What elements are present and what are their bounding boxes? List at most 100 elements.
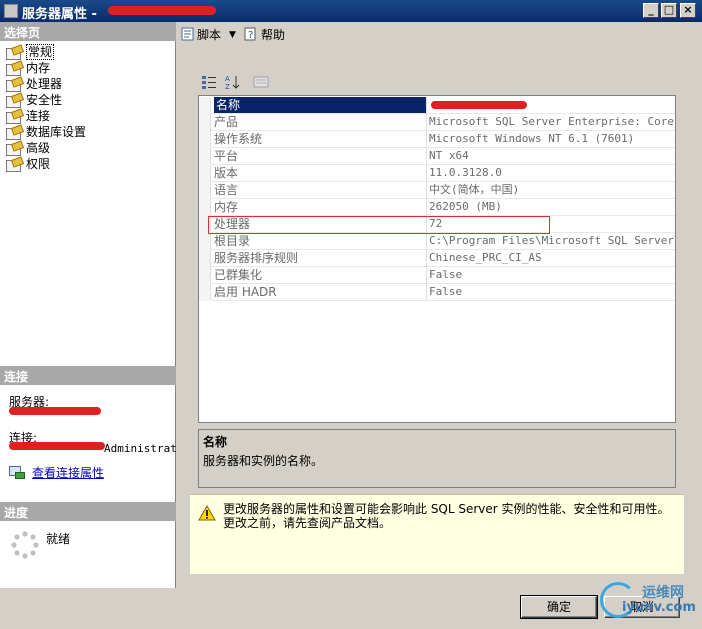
property-description-box: 名称 服务器和实例的名称。 (198, 429, 676, 488)
property-name: 版本 (214, 166, 239, 180)
help-icon: ? (243, 27, 257, 43)
alphabetical-icon[interactable]: AZ (224, 74, 242, 92)
page-item[interactable]: 权限 (4, 156, 172, 172)
svg-text:?: ? (248, 30, 253, 41)
row-gutter (199, 284, 211, 301)
categorized-icon[interactable] (200, 74, 218, 92)
maximize-button[interactable]: □ (661, 3, 677, 18)
ok-button[interactable]: 确定 (520, 595, 598, 619)
help-button[interactable]: 帮助 (261, 27, 285, 43)
view-connection-properties-link[interactable]: 查看连接属性 (32, 464, 104, 481)
progress-spinner-icon (10, 530, 40, 560)
page-item[interactable]: 内存 (4, 60, 172, 76)
property-row[interactable]: 语言 中文(简体，中国) (199, 182, 675, 199)
property-value: 262050 (MB) (429, 200, 502, 213)
column-separator (426, 114, 427, 131)
property-row[interactable]: 名称 (199, 97, 675, 114)
column-separator (426, 284, 427, 301)
property-name: 操作系统 (214, 132, 263, 146)
page-item-label: 内存 (26, 61, 51, 75)
warning-icon (198, 504, 216, 521)
script-button[interactable]: 脚本 (197, 27, 221, 43)
row-gutter (199, 97, 211, 114)
property-name: 产品 (214, 115, 239, 129)
page-icon (6, 126, 22, 140)
property-name: 根目录 (214, 234, 251, 248)
property-row[interactable]: 处理器 72 (199, 216, 675, 233)
page-item-label: 常规 (26, 44, 55, 60)
property-value: 72 (429, 217, 443, 230)
svg-text:A: A (225, 75, 230, 83)
page-icon (6, 142, 22, 156)
property-value: 11.0.3128.0 (429, 166, 502, 179)
window-title-bar[interactable]: 服务器属性 - _ □ × (0, 0, 702, 22)
property-grid-toolbar: AZ (200, 74, 280, 94)
property-value: False (429, 285, 463, 298)
property-value: Microsoft SQL Server Enterprise: Core-ba… (429, 115, 676, 128)
row-gutter (199, 233, 211, 250)
row-gutter (199, 165, 211, 182)
redacted-server (9, 407, 101, 415)
property-row[interactable]: 版本 11.0.3128.0 (199, 165, 675, 182)
property-row[interactable]: 内存 262050 (MB) (199, 199, 675, 216)
connection-header: 连接 (0, 366, 176, 385)
window-title: 服务器属性 - (22, 7, 97, 22)
row-gutter (199, 114, 211, 131)
connection-properties-icon (9, 464, 27, 480)
property-value: False (429, 268, 463, 281)
property-value: 中文(简体，中国) (429, 183, 520, 196)
page-item[interactable]: 数据库设置 (4, 124, 172, 140)
property-row[interactable]: 操作系统 Microsoft Windows NT 6.1 (7601) (199, 131, 675, 148)
row-gutter (199, 216, 211, 233)
page-icon (6, 46, 22, 60)
page-item[interactable]: 处理器 (4, 76, 172, 92)
column-separator (426, 250, 427, 267)
page-item[interactable]: 高级 (4, 140, 172, 156)
row-gutter (199, 199, 211, 216)
left-panel: 选择页 常规 内存 处理器 安全性 连接 数据库设置 高级 权限 连接 服务器: 连接: Ad… (0, 22, 177, 588)
column-separator (426, 131, 427, 148)
property-row[interactable]: 根目录 C:\Program Files\Microsoft SQL Server… (199, 233, 676, 250)
property-name: 平台 (214, 149, 239, 163)
page-item-label: 安全性 (26, 93, 63, 107)
warning-line-1: 更改服务器的属性和设置可能会影响此 SQL Server 实例的性能、安全性和可… (223, 502, 670, 516)
property-name: 名称 (214, 97, 426, 113)
property-row[interactable]: 平台 NT x64 (199, 148, 675, 165)
watermark-line-2: iyunv.com (622, 600, 696, 615)
page-item[interactable]: 连接 (4, 108, 172, 124)
page-item[interactable]: 常规 (4, 44, 172, 60)
column-separator (426, 199, 427, 216)
close-button[interactable]: × (680, 3, 696, 18)
property-row[interactable]: 启用 HADR False (199, 284, 675, 301)
property-value: NT x64 (429, 149, 469, 162)
property-grid[interactable]: 名称产品 Microsoft SQL Server Enterprise: Cor… (198, 95, 676, 423)
property-row[interactable]: 产品 Microsoft SQL Server Enterprise: Core-… (199, 114, 676, 131)
row-gutter (199, 250, 211, 267)
page-item[interactable]: 安全性 (4, 92, 172, 108)
redacted-name-value (431, 101, 527, 109)
page-icon (6, 94, 22, 108)
page-item-label: 高级 (26, 141, 51, 155)
page-item-label: 权限 (26, 157, 51, 171)
watermark-logo: 运维网 iyunv.com (600, 580, 700, 624)
property-row[interactable]: 已群集化 False (199, 267, 675, 284)
warning-box: 更改服务器的属性和设置可能会影响此 SQL Server 实例的性能、安全性和可… (190, 494, 684, 574)
script-icon (181, 27, 195, 43)
warning-line-2: 更改之前，请先查阅产品文档。 (223, 516, 392, 530)
page-item-label: 连接 (26, 109, 51, 123)
column-separator (426, 182, 427, 199)
watermark-line-1: 运维网 (642, 585, 684, 601)
page-icon (6, 78, 22, 92)
property-name: 服务器排序规则 (214, 251, 299, 265)
row-gutter (199, 131, 211, 148)
page-item-label: 数据库设置 (26, 125, 87, 139)
property-value: C:\Program Files\Microsoft SQL Server\MS… (429, 234, 676, 247)
column-separator (426, 97, 427, 114)
minimize-button[interactable]: _ (643, 3, 659, 18)
script-dropdown-icon[interactable]: ▼ (229, 27, 236, 43)
page-icon (6, 158, 22, 172)
toolbar: 脚本 ▼ ? 帮助 (177, 24, 702, 46)
page-icon (6, 110, 22, 124)
property-row[interactable]: 服务器排序规则 Chinese_PRC_CI_AS (199, 250, 675, 267)
column-separator (426, 165, 427, 182)
